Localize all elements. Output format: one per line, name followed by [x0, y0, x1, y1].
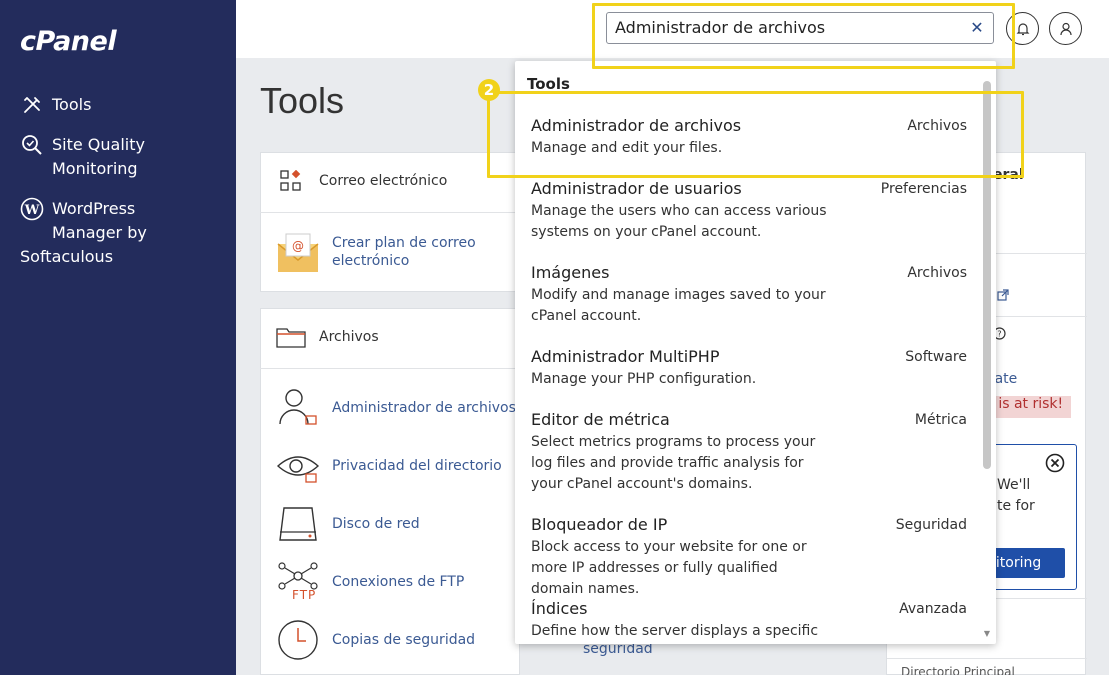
result-category: Archivos [907, 265, 967, 281]
tools-icon [20, 93, 44, 117]
result-desc: Manage and edit your files. [531, 140, 723, 156]
search-results-dropdown: Tools Administrador de archivos Manage a… [515, 61, 996, 644]
result-item[interactable]: Administrador MultiPHP Manage your PHP c… [531, 346, 967, 390]
result-desc: Select metrics programs to process your … [531, 434, 816, 492]
tool-privacidad-directorio[interactable]: Privacidad del directorio [276, 444, 502, 488]
result-category: Seguridad [895, 517, 967, 533]
email-section-header[interactable]: Correo electrónico [280, 170, 447, 192]
result-category: Preferencias [880, 181, 967, 197]
sidebar-item-wordpress[interactable]: W WordPress Manager by [20, 197, 147, 245]
result-title: Administrador MultiPHP [531, 347, 720, 366]
tool-disco-red[interactable]: Disco de red [276, 502, 420, 546]
sidebar-item-label: WordPress Manager by [52, 197, 147, 245]
clear-search-icon[interactable]: ✕ [968, 17, 986, 39]
cpanel-logo[interactable]: cPanel [20, 26, 117, 57]
result-category: Avanzada [899, 601, 967, 617]
label-line: Site Quality [52, 135, 145, 154]
result-item[interactable]: Bloqueador de IP Block access to your we… [531, 514, 967, 600]
svg-text:W: W [24, 203, 40, 218]
dropdown-scrollbar[interactable] [983, 79, 991, 639]
files-section-header[interactable]: Archivos [276, 326, 379, 348]
user-menu-button[interactable] [1049, 12, 1082, 45]
sidebar-item-label-overflow: Softaculous [20, 247, 114, 266]
divider [887, 658, 1087, 659]
label-line: Crear plan de correo [332, 235, 476, 251]
sidebar-item-tools[interactable]: Tools [20, 93, 91, 117]
promo-text-fragment: te for [997, 498, 1035, 514]
tool-label: Conexiones de FTP [332, 574, 465, 590]
divider [260, 212, 520, 213]
result-desc: Modify and manage images saved to your c… [531, 287, 826, 324]
tool-crear-plan-correo[interactable]: @ Crear plan de correo electrónico [276, 230, 476, 274]
text-fragment: Directorio Principal [901, 665, 1015, 675]
user-icon [1059, 22, 1072, 35]
label-line: Monitoring [52, 159, 138, 178]
magnifier-check-icon [20, 133, 44, 157]
close-promo-icon[interactable] [1045, 453, 1065, 477]
external-link-icon[interactable] [997, 289, 1009, 305]
step-badge: 2 [478, 79, 500, 101]
label-line: Manager by [52, 223, 147, 242]
result-desc: Manage your PHP configuration. [531, 371, 757, 387]
result-title: Administrador de archivos [531, 116, 742, 135]
result-item[interactable]: Administrador de usuarios Manage the use… [531, 178, 967, 243]
result-category: Métrica [914, 412, 967, 428]
bell-icon [1016, 22, 1029, 35]
ftp-network-icon: FTP [276, 560, 320, 604]
promo-text-fragment: We'll [997, 477, 1031, 493]
notifications-button[interactable] [1006, 12, 1039, 45]
scroll-thumb[interactable] [983, 81, 991, 469]
result-desc: Define how the server displays a specifi… [531, 623, 819, 639]
label-line: electrónico [332, 253, 410, 269]
search-input[interactable]: Administrador de archivos [606, 12, 994, 44]
clock-icon [276, 618, 320, 662]
result-item[interactable]: Administrador de archivos Manage and edi… [531, 115, 967, 159]
tool-conexiones-ftp[interactable]: FTP Conexiones de FTP [276, 560, 464, 604]
tool-label: Copias de seguridad [332, 632, 476, 648]
result-title: Editor de métrica [531, 410, 670, 429]
result-desc: Block access to your website for one or … [531, 539, 807, 597]
wordpress-icon: W [20, 197, 44, 221]
result-item[interactable]: Editor de métrica Select metrics program… [531, 409, 967, 495]
sidebar-item-label: Site Quality Monitoring [52, 133, 145, 181]
envelope-icon: @ [276, 230, 320, 274]
scroll-down-icon[interactable]: ▼ [983, 630, 991, 638]
tool-label: Privacidad del directorio [332, 458, 502, 474]
result-item[interactable]: Índices Define how the server displays a… [531, 598, 967, 642]
sidebar-item-site-quality[interactable]: Site Quality Monitoring [20, 133, 145, 181]
tool-administrador-archivos[interactable]: Administrador de archivos [276, 386, 516, 430]
tool-label: Administrador de archivos [332, 400, 516, 416]
svg-text:@: @ [292, 239, 304, 253]
result-category: Archivos [907, 118, 967, 134]
result-title: Imágenes [531, 263, 610, 282]
drive-icon [276, 502, 320, 546]
svg-text:?: ? [997, 330, 1001, 339]
sidebar-item-label: Tools [52, 95, 92, 114]
section-title: Archivos [319, 329, 379, 345]
result-desc: Manage the users who can access various … [531, 203, 827, 240]
page-title: Tools [260, 80, 345, 121]
ftp-icon-label: FTP [292, 588, 317, 602]
result-category: Software [905, 349, 967, 365]
folder-icon [276, 328, 306, 348]
user-file-icon [276, 386, 320, 430]
eye-icon [276, 444, 320, 488]
tool-label: Crear plan de correo electrónico [332, 234, 476, 270]
label-line: WordPress [52, 199, 136, 218]
section-title: Correo electrónico [319, 173, 448, 189]
warning-banner: n is at risk! [983, 396, 1071, 418]
divider [260, 368, 520, 369]
sidebar: cPanel Tools Site Quality Monitoring W W… [0, 0, 236, 675]
apps-grid-icon [280, 170, 301, 191]
results-heading: Tools [527, 75, 570, 93]
tool-copias-seguridad[interactable]: Copias de seguridad [276, 618, 475, 662]
tool-label: Disco de red [332, 516, 420, 532]
result-item[interactable]: Imágenes Modify and manage images saved … [531, 262, 967, 327]
